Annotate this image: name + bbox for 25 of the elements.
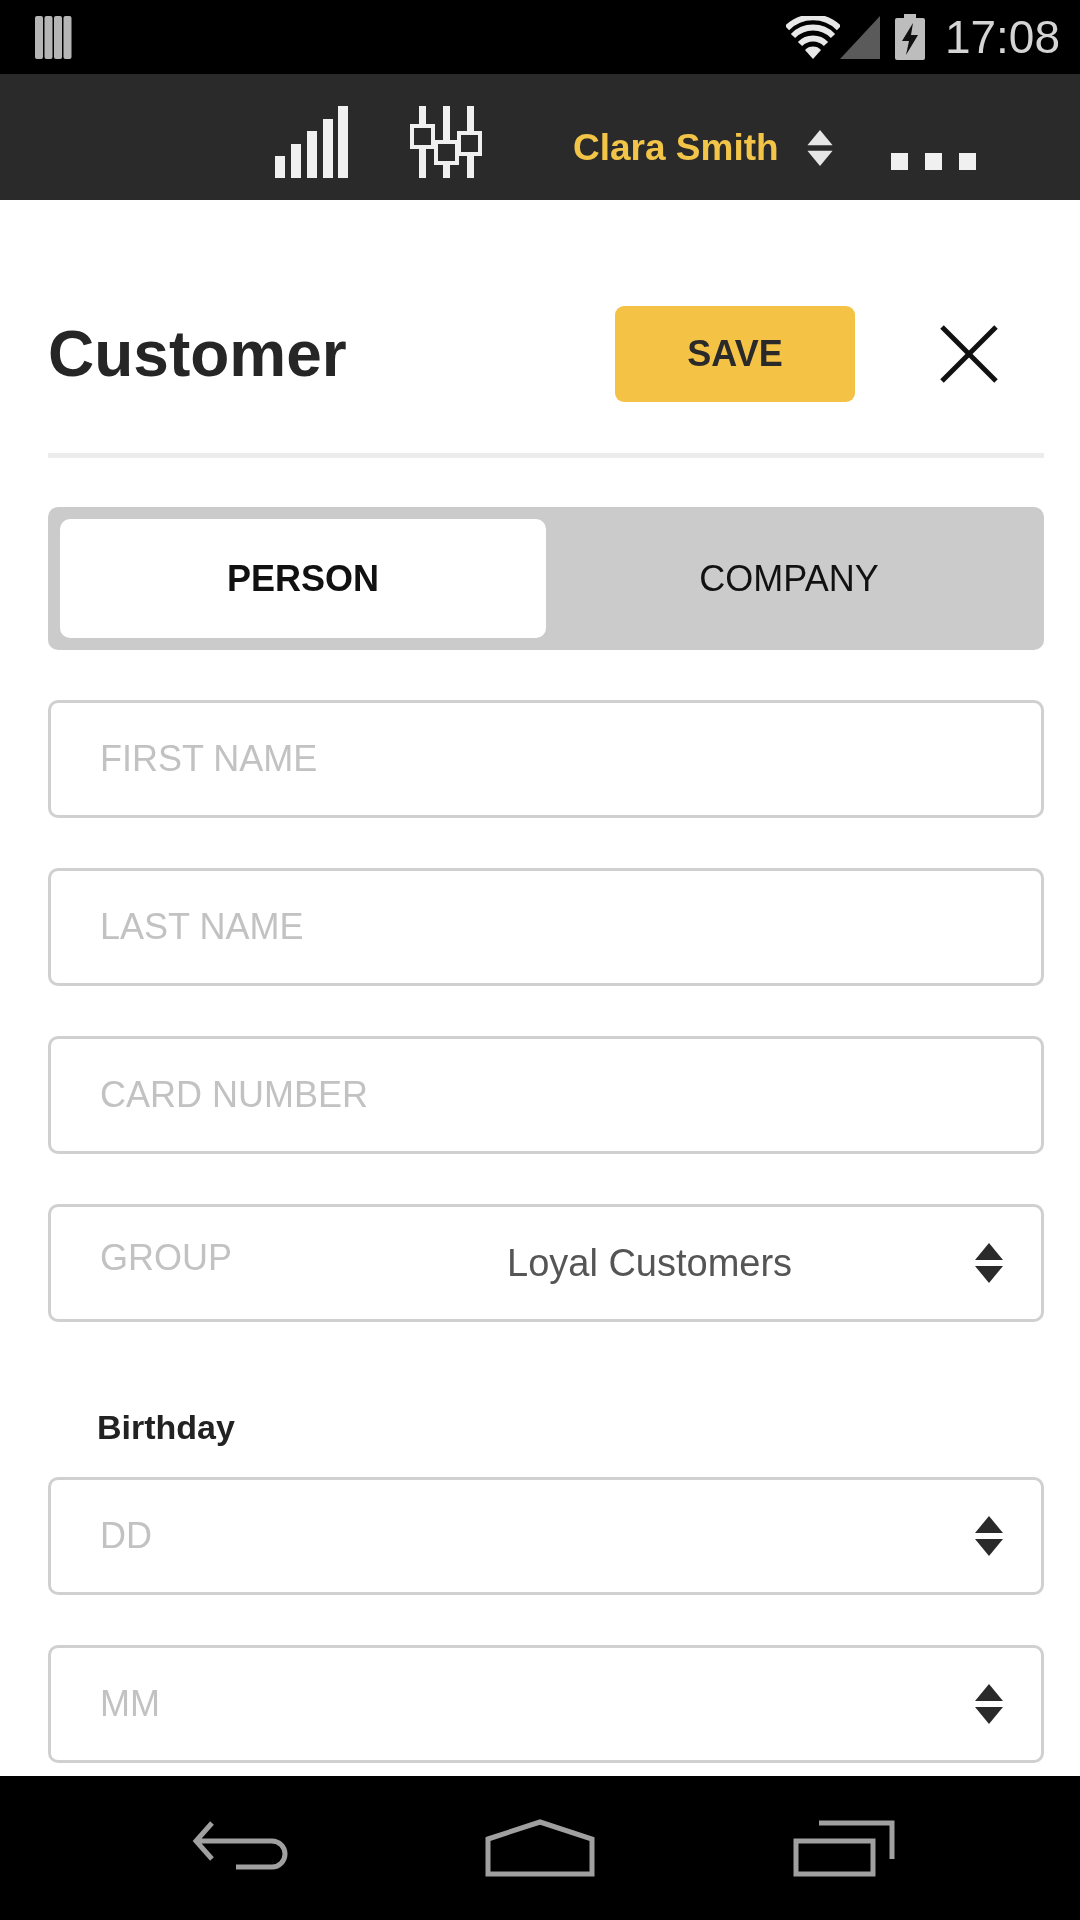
input-field[interactable]: LAST NAME (48, 868, 1044, 986)
segment-tab[interactable]: PERSON (60, 519, 546, 638)
bar-chart-icon[interactable] (275, 106, 348, 178)
clock-time: 17:08 (944, 14, 1060, 60)
input-field[interactable]: CARD NUMBER (48, 1036, 1044, 1154)
input-field[interactable]: FIRST NAME (48, 700, 1044, 818)
up-down-arrows-icon (975, 1684, 1003, 1724)
user-switcher[interactable]: Clara Smith (573, 127, 833, 169)
up-down-arrows-icon (806, 130, 833, 166)
section-label: Birthday (97, 1407, 236, 1447)
close-icon[interactable] (940, 325, 998, 383)
page-title: Customer (48, 317, 347, 391)
up-down-arrows-icon (975, 1243, 1003, 1283)
more-icon[interactable] (890, 152, 976, 170)
wifi-icon (785, 15, 840, 59)
save-button[interactable]: SAVE (615, 306, 855, 402)
recents-icon[interactable] (793, 1819, 895, 1877)
segment-tab[interactable]: COMPANY (546, 519, 1032, 638)
cell-signal-icon (839, 15, 880, 59)
striped-notification-icon (35, 15, 72, 59)
home-icon[interactable] (485, 1819, 595, 1877)
up-down-arrows-icon (975, 1516, 1003, 1556)
select-field[interactable]: GROUP Loyal Customers (48, 1204, 1044, 1322)
sliders-icon[interactable] (410, 106, 482, 178)
battery-charging-icon (894, 14, 925, 60)
